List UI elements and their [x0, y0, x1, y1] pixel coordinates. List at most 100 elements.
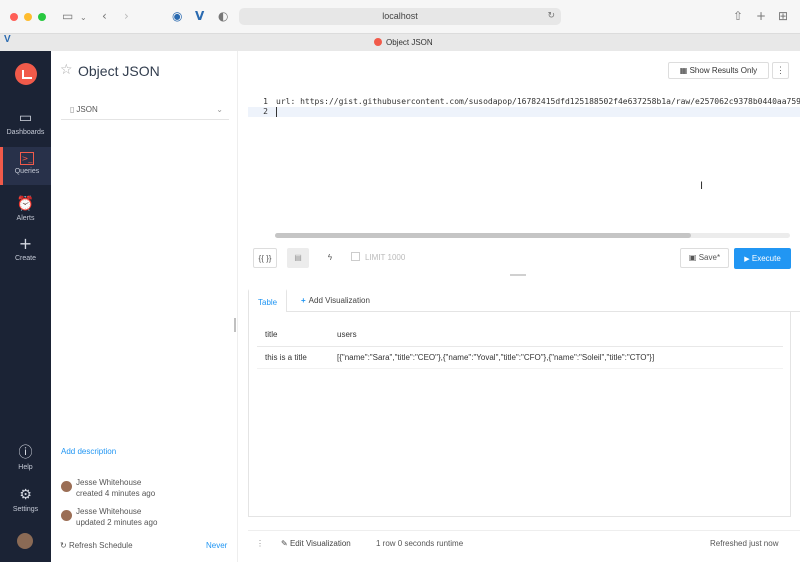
- new-tab-icon[interactable]: +: [756, 9, 766, 23]
- table-icon: ▦: [679, 66, 688, 75]
- bottom-bar: ⋮ ✎ Edit Visualization 1 row 0 seconds r…: [248, 530, 800, 558]
- column-header[interactable]: title: [257, 324, 329, 347]
- browser-tab[interactable]: Object JSON: [374, 37, 433, 49]
- results-table: title users this is a title [{"name":"Sa…: [257, 324, 783, 369]
- limit-label: LIMIT 1000: [365, 253, 406, 262]
- edit-visualization-button[interactable]: ✎ Edit Visualization: [281, 539, 351, 548]
- created-by: Jesse Whitehouse: [76, 478, 142, 487]
- close-window-button[interactable]: [10, 13, 18, 21]
- file-icon: ▯: [70, 105, 75, 114]
- nav-queries[interactable]: >_ Queries: [0, 147, 51, 185]
- shield-icon[interactable]: ◐: [218, 9, 228, 23]
- favicon-icon: [374, 38, 382, 46]
- nav-help[interactable]: ⓘ Help: [0, 445, 51, 477]
- avatar: [61, 510, 72, 521]
- table-cell: this is a title: [257, 346, 329, 369]
- updated-by: Jesse Whitehouse: [76, 507, 142, 516]
- add-description-link[interactable]: Add description: [61, 447, 116, 456]
- address-bar[interactable]: localhost ↻: [239, 8, 561, 25]
- user-avatar[interactable]: [17, 533, 33, 549]
- refreshed-status: Refreshed just now: [710, 539, 779, 548]
- edit-visualization-label: Edit Visualization: [289, 539, 351, 548]
- table-header-row: title users: [257, 324, 783, 347]
- execute-button[interactable]: ▶ Execute: [734, 248, 791, 269]
- zoom-window-button[interactable]: [38, 13, 46, 21]
- page-title[interactable]: Object JSON: [78, 63, 160, 79]
- back-icon[interactable]: ‹: [102, 9, 107, 23]
- code-line: [276, 107, 800, 117]
- kebab-icon[interactable]: ⋮: [256, 539, 264, 548]
- visualization-tabs: Table + Add Visualization: [248, 289, 800, 313]
- autocomplete-toggle-button[interactable]: ▤: [287, 248, 309, 268]
- editor-resize-handle[interactable]: [510, 274, 526, 276]
- tab-overview-icon[interactable]: ⊞: [778, 9, 788, 23]
- plus-icon: +: [18, 234, 33, 253]
- play-icon: ▶: [744, 255, 750, 263]
- line-numbers: 1 2: [248, 97, 268, 117]
- v-extension-icon[interactable]: V: [195, 9, 204, 23]
- gear-icon: ⚙: [19, 487, 32, 503]
- query-editor[interactable]: 1 2 url: https://gist.githubusercontent.…: [248, 95, 800, 242]
- monitor-icon: ▭: [18, 110, 33, 126]
- table-cell: [{"name":"Sara","title":"CEO"},{"name":"…: [329, 346, 783, 369]
- nav-create-label: Create: [14, 255, 36, 262]
- save-icon: ▣: [688, 253, 697, 262]
- table-row: this is a title [{"name":"Sara","title":…: [257, 346, 783, 369]
- format-query-button[interactable]: {{ }}: [253, 248, 277, 268]
- checkbox-icon: [351, 252, 360, 261]
- terminal-icon: >_: [20, 152, 34, 165]
- panel-resize-handle[interactable]: [234, 318, 236, 332]
- line-number: 2: [263, 107, 268, 116]
- updated-meta: Jesse Whitehouse updated 2 minutes ago: [61, 506, 157, 528]
- more-options-button[interactable]: ⋮: [772, 62, 789, 79]
- updated-time: updated 2 minutes ago: [76, 518, 158, 527]
- refresh-schedule-label: ↻ Refresh Schedule: [60, 541, 133, 550]
- plus-icon: +: [301, 296, 306, 305]
- runtime-stats: 1 row 0 seconds runtime: [376, 539, 464, 548]
- nav-settings-label: Settings: [12, 506, 39, 513]
- editor-horizontal-scrollbar[interactable]: [275, 233, 691, 238]
- alarm-icon: ⏰: [16, 196, 35, 212]
- app-logo-icon[interactable]: [15, 63, 37, 85]
- show-results-only-label: Show Results Only: [689, 66, 758, 75]
- show-results-only-button[interactable]: ▦ Show Results Only: [668, 62, 769, 79]
- autolimit-icon[interactable]: ϟ: [319, 248, 341, 268]
- data-source-select[interactable]: ▯ JSON ⌄: [61, 100, 229, 120]
- help-icon: ⓘ: [18, 445, 33, 461]
- chevron-down-icon[interactable]: ⌄: [80, 11, 87, 25]
- limit-checkbox[interactable]: LIMIT 1000: [351, 252, 405, 262]
- created-time: created 4 minutes ago: [76, 489, 156, 498]
- forward-icon[interactable]: ›: [124, 9, 129, 23]
- password-extension-icon[interactable]: ◉: [172, 9, 182, 23]
- edit-icon: ✎: [281, 539, 288, 548]
- nav-help-label: Help: [18, 464, 33, 471]
- v-logo-icon: V: [4, 34, 11, 45]
- nav-create[interactable]: + Create: [0, 236, 51, 268]
- nav-dashboards[interactable]: ▭ Dashboards: [0, 110, 51, 142]
- save-label: Save*: [698, 253, 721, 262]
- column-header[interactable]: users: [329, 324, 783, 347]
- nav-alerts[interactable]: ⏰ Alerts: [0, 196, 51, 228]
- avatar: [61, 481, 72, 492]
- add-visualization-tab[interactable]: + Add Visualization: [292, 289, 379, 313]
- code-content[interactable]: url: https://gist.githubusercontent.com/…: [276, 97, 800, 117]
- nav-settings[interactable]: ⚙ Settings: [0, 487, 51, 519]
- code-line: url: https://gist.githubusercontent.com/…: [276, 97, 800, 106]
- star-icon[interactable]: ☆: [60, 62, 73, 78]
- nav-dashboards-label: Dashboards: [6, 129, 45, 136]
- save-button[interactable]: ▣ Save*: [680, 248, 729, 268]
- results-panel: title users this is a title [{"name":"Sa…: [248, 312, 791, 517]
- browser-tab-label: Object JSON: [386, 38, 433, 47]
- minimize-window-button[interactable]: [24, 13, 32, 21]
- tab-table[interactable]: Table: [248, 289, 288, 313]
- created-meta: Jesse Whitehouse created 4 minutes ago: [61, 477, 155, 499]
- browser-chrome: ▭ ⌄ ‹ › ◉ V ◐ localhost ↻ ⇧ + ⊞ Object J…: [0, 0, 800, 51]
- nav-alerts-label: Alerts: [16, 215, 35, 222]
- chevron-down-icon: ⌄: [216, 105, 223, 114]
- sidebar-toggle-icon[interactable]: ▭: [62, 9, 73, 23]
- reload-icon[interactable]: ↻: [547, 8, 555, 25]
- share-icon[interactable]: ⇧: [733, 9, 743, 23]
- add-visualization-label: Add Visualization: [308, 296, 370, 305]
- nav-queries-label: Queries: [14, 168, 40, 175]
- refresh-schedule-value[interactable]: Never: [206, 541, 227, 550]
